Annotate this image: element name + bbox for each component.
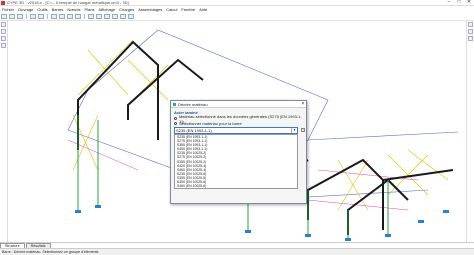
maximize-button[interactable]: □ — [454, 0, 464, 5]
menu-plans[interactable]: Plans — [85, 7, 95, 12]
chevron-down-icon[interactable]: ▼ — [291, 128, 297, 133]
group-bars-icon[interactable] — [112, 13, 118, 19]
material-combo[interactable]: S235 (EN 1993-1-1) ▼ — [174, 127, 298, 134]
menu-calcul[interactable]: Calcul — [166, 7, 177, 12]
rotate-view-icon[interactable] — [67, 13, 73, 19]
refresh-icon[interactable] — [75, 13, 81, 19]
dialog-title-bar: Décrire matériau × — [171, 101, 306, 108]
toolbar-separator — [84, 13, 85, 19]
menu-affichage[interactable]: Affichage — [99, 7, 116, 12]
view-plan-icon[interactable] — [1, 29, 6, 34]
material-combo-value: S235 (EN 1993-1-1) — [176, 128, 212, 133]
close-button[interactable]: ✕ — [464, 0, 474, 5]
window-title: CYPE 3D - v2018.o - [C:\... Exemple de h… — [7, 0, 129, 5]
dialog-title: Décrire matériau — [178, 101, 208, 107]
deflection-icon[interactable] — [128, 13, 134, 19]
window-controls: – □ ✕ — [444, 0, 474, 5]
describe-material-icon[interactable] — [96, 13, 102, 19]
menu-outils[interactable]: Outils — [37, 7, 47, 12]
new-file-icon[interactable] — [1, 13, 7, 19]
describe-material-dialog: Décrire matériau × Acier laminé Matériau… — [170, 100, 307, 204]
menu-assemblages[interactable]: Assemblages — [138, 7, 162, 12]
menu-fichier[interactable]: Fichier — [2, 7, 14, 12]
option-select-material-label: Sélectionner matériau pour la barre — [179, 121, 242, 126]
describe-section-icon[interactable] — [104, 13, 110, 19]
menu-barres[interactable]: Barres — [52, 7, 64, 12]
redo-icon[interactable] — [38, 13, 44, 19]
menu-charges[interactable]: Charges — [119, 7, 134, 12]
toolbar-separator — [47, 13, 48, 19]
menu-aide[interactable]: Aide — [199, 7, 207, 12]
material-library-button[interactable] — [301, 128, 305, 132]
radio-general-material[interactable] — [174, 117, 177, 120]
app-logo-icon — [1, 0, 5, 5]
zoom-all-icon[interactable] — [468, 36, 473, 41]
pan-icon[interactable] — [59, 13, 65, 19]
radio-select-material[interactable] — [174, 122, 177, 125]
material-icon — [173, 102, 176, 106]
supports — [75, 205, 449, 241]
layers-icon[interactable] — [1, 43, 6, 48]
open-file-icon[interactable] — [9, 13, 15, 19]
material-list-item[interactable]: S355 K2 W — [175, 188, 297, 189]
menu-ouvrage[interactable]: Ouvrage — [18, 7, 33, 12]
zoom-out-icon[interactable] — [468, 29, 473, 34]
dialog-body: Acier laminé Matériau sélectionné dans l… — [171, 108, 306, 191]
new-bar-icon[interactable] — [88, 13, 94, 19]
toolbar-separator — [26, 13, 27, 19]
buckling-icon[interactable] — [120, 13, 126, 19]
left-toolbar — [0, 20, 8, 242]
save-icon[interactable] — [17, 13, 23, 19]
material-dropdown-list[interactable]: S235 (EN 1993-1-1) S275 (EN 1993-1-1) S355… — [174, 134, 298, 189]
status-text: Barre : Décrire matériau. Sélectionnez u… — [2, 250, 99, 254]
zoom-in-icon[interactable] — [468, 22, 473, 27]
right-toolbar — [466, 20, 474, 242]
menu-fenetre[interactable]: Fenêtre — [181, 7, 195, 12]
menu-noeuds[interactable]: Nœuds — [67, 7, 80, 12]
view-3d-icon[interactable] — [1, 22, 6, 27]
dialog-close-icon[interactable]: × — [300, 101, 306, 107]
view-elevation-icon[interactable] — [1, 36, 6, 41]
minimize-button[interactable]: – — [444, 0, 454, 5]
zoom-icon[interactable] — [51, 13, 57, 19]
undo-icon[interactable] — [30, 13, 36, 19]
